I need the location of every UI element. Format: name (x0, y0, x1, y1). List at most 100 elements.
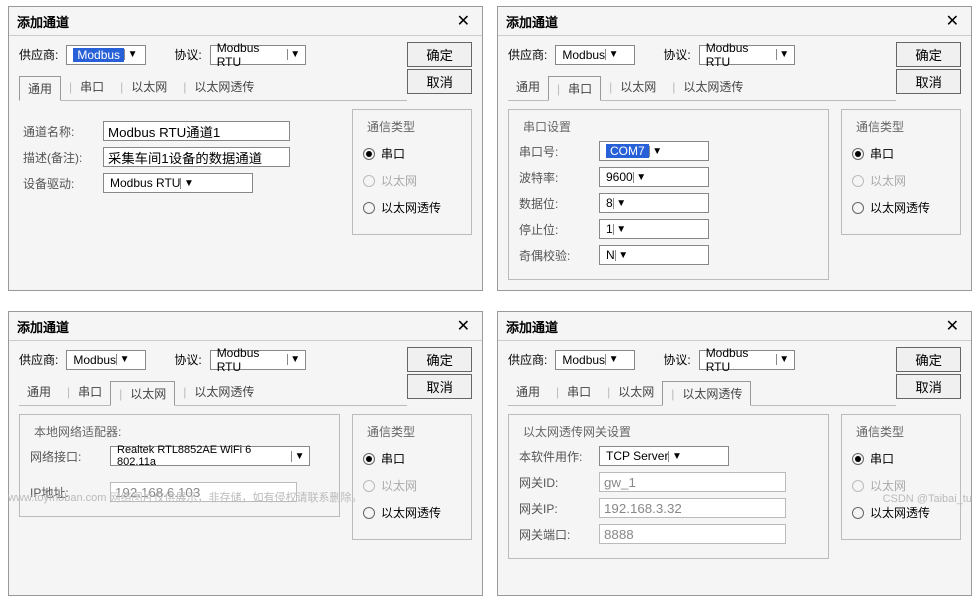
supplier-select[interactable]: Modbus▼ (555, 45, 635, 65)
chevron-down-icon: ▼ (613, 224, 629, 235)
close-icon[interactable]: ✕ (942, 316, 963, 336)
gwport-input[interactable] (599, 524, 786, 544)
footer-left: www.toymoban.com 网络图片仅供展示，非存储，如有侵权请联系删除。 (8, 489, 362, 505)
tab-general[interactable]: 通用 (19, 76, 61, 101)
protocol-label: 协议: (663, 351, 690, 368)
protocol-select[interactable]: Modbus RTU▼ (210, 45, 306, 65)
chevron-down-icon: ▼ (613, 198, 629, 209)
serial-settings: 串口设置 串口号:COM7▼ 波特率:9600▼ 数据位:8▼ 停止位:1▼ 奇… (508, 109, 829, 280)
ok-button[interactable]: 确定 (407, 347, 472, 372)
chevron-down-icon: ▼ (291, 451, 307, 462)
dialog-title: 添加通道 (17, 12, 69, 31)
protocol-select[interactable]: Modbus RTU▼ (699, 350, 795, 370)
tab-ethernet[interactable]: 以太网 (110, 381, 175, 406)
tab-ethpass[interactable]: 以太网透传 (175, 75, 262, 100)
dialog-title: 添加通道 (506, 12, 558, 31)
tab-general[interactable]: 通用 (19, 380, 59, 405)
protocol-select[interactable]: Modbus RTU▼ (210, 350, 306, 370)
supplier-select[interactable]: Modbus▼ (555, 350, 635, 370)
radio-dot-icon (363, 480, 375, 492)
radio-dot-icon (363, 507, 375, 519)
dialog-title: 添加通道 (506, 317, 558, 336)
radio-dot-icon (363, 175, 375, 187)
titlebar: 添加通道 ✕ (9, 7, 482, 36)
chevron-down-icon: ▼ (287, 354, 303, 365)
tab-ethernet[interactable]: 以太网 (601, 75, 664, 100)
chevron-down-icon: ▼ (605, 354, 621, 365)
radio-dot-icon (363, 453, 375, 465)
dialog-ethpass: 添加通道 ✕ 供应商: Modbus▼ 协议: Modbus RTU▼ 确定 通… (497, 311, 972, 596)
serial-legend: 串口设置 (519, 118, 575, 135)
port-select[interactable]: COM7▼ (599, 141, 709, 161)
radio-ethpass[interactable]: 以太网透传 (852, 199, 950, 216)
cancel-button[interactable]: 取消 (407, 374, 472, 399)
desc-label: 描述(备注): (23, 149, 95, 166)
tab-serial[interactable]: 串口 (548, 76, 601, 101)
supplier-label: 供应商: (19, 351, 58, 368)
ok-button[interactable]: 确定 (896, 42, 961, 67)
gateway-settings: 以太网透传网关设置 本软件用作:TCP Server▼ 网关ID: 网关IP: … (508, 414, 829, 559)
chevron-down-icon: ▼ (116, 354, 132, 365)
ok-button[interactable]: 确定 (896, 347, 961, 372)
tab-ethpass[interactable]: 以太网透传 (175, 380, 262, 405)
tab-general[interactable]: 通用 (508, 75, 548, 100)
chevron-down-icon: ▼ (649, 146, 665, 157)
dialog-serial: 添加通道 ✕ 供应商: Modbus▼ 协议: Modbus RTU▼ 确定 通… (497, 6, 972, 291)
iface-select[interactable]: Realtek RTL8852AE WiFi 6 802.11a▼ (110, 446, 310, 466)
cancel-button[interactable]: 取消 (407, 69, 472, 94)
tab-serial[interactable]: 串口 (548, 380, 599, 405)
chevron-down-icon: ▼ (605, 49, 621, 60)
comm-type-box: 通信类型 串口 以太网 以太网透传 (352, 414, 472, 540)
tab-ethernet[interactable]: 以太网 (599, 380, 662, 405)
gwid-input[interactable] (599, 472, 786, 492)
radio-ethernet[interactable]: 以太网 (852, 477, 950, 494)
ok-button[interactable]: 确定 (407, 42, 472, 67)
supplier-label: 供应商: (508, 46, 547, 63)
baud-select[interactable]: 9600▼ (599, 167, 709, 187)
gwip-input[interactable] (599, 498, 786, 518)
radio-dot-icon (363, 202, 375, 214)
driver-select[interactable]: Modbus RTU▼ (103, 173, 253, 193)
role-select[interactable]: TCP Server▼ (599, 446, 729, 466)
chevron-down-icon: ▼ (776, 354, 792, 365)
desc-input[interactable] (103, 147, 290, 167)
radio-serial[interactable]: 串口 (852, 145, 950, 162)
radio-ethernet[interactable]: 以太网 (852, 172, 950, 189)
close-icon[interactable]: ✕ (453, 11, 474, 31)
radio-ethernet[interactable]: 以太网 (363, 477, 461, 494)
radio-serial[interactable]: 串口 (852, 450, 950, 467)
comm-legend: 通信类型 (852, 118, 908, 135)
channel-name-input[interactable] (103, 121, 290, 141)
tab-ethpass[interactable]: 以太网透传 (664, 75, 751, 100)
supplier-select[interactable]: Modbus▼ (66, 45, 146, 65)
radio-serial[interactable]: 串口 (363, 450, 461, 467)
comm-type-box: 通信类型 串口 以太网 以太网透传 (841, 109, 961, 235)
tab-general[interactable]: 通用 (508, 380, 548, 405)
chevron-down-icon: ▼ (180, 178, 196, 189)
cancel-button[interactable]: 取消 (896, 374, 961, 399)
radio-dot-icon (852, 507, 864, 519)
channel-name-label: 通道名称: (23, 123, 95, 140)
tab-ethpass[interactable]: 以太网透传 (662, 381, 751, 406)
close-icon[interactable]: ✕ (942, 11, 963, 31)
role-label: 本软件用作: (519, 448, 591, 465)
cancel-button[interactable]: 取消 (896, 69, 961, 94)
databits-select[interactable]: 8▼ (599, 193, 709, 213)
radio-ethpass[interactable]: 以太网透传 (363, 199, 461, 216)
close-icon[interactable]: ✕ (453, 316, 474, 336)
radio-serial[interactable]: 串口 (363, 145, 461, 162)
tab-ethernet[interactable]: 以太网 (112, 75, 175, 100)
protocol-label: 协议: (663, 46, 690, 63)
parity-select[interactable]: N▼ (599, 245, 709, 265)
chevron-down-icon: ▼ (287, 49, 303, 60)
radio-dot-icon (852, 175, 864, 187)
supplier-label: 供应商: (19, 46, 58, 63)
dialog-title: 添加通道 (17, 317, 69, 336)
tab-serial[interactable]: 串口 (61, 75, 112, 100)
radio-ethernet[interactable]: 以太网 (363, 172, 461, 189)
stopbits-select[interactable]: 1▼ (599, 219, 709, 239)
protocol-select[interactable]: Modbus RTU▼ (699, 45, 795, 65)
tab-serial[interactable]: 串口 (59, 380, 110, 405)
port-label: 串口号: (519, 143, 591, 160)
supplier-select[interactable]: Modbus▼ (66, 350, 146, 370)
